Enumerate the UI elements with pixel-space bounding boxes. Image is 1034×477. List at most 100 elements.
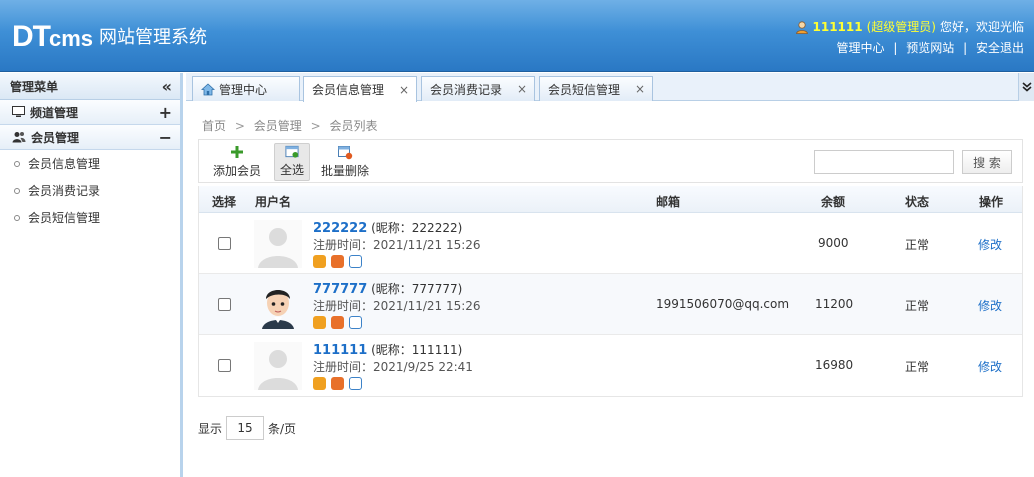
select-all-button[interactable]: 全选 [274,143,310,181]
tab-admin-center[interactable]: 管理中心 [192,76,300,101]
logo-dt-text: DT [12,20,51,53]
system-name: 网站管理系统 [99,27,208,48]
select-all-icon [285,145,299,158]
user-group-icon[interactable] [313,316,326,329]
breadcrumb-home[interactable]: 首页 [202,119,226,133]
user-balance: 16980 [815,358,854,372]
col-status: 状态 [905,195,930,209]
dtcms-logo: DT cms 网站管理系统 [12,22,207,52]
double-chevron-down-icon [1021,82,1032,92]
tab-bar: 管理中心 会员信息管理 × 会员消费记录 × 会员短信管理 × [186,73,1034,102]
search-button[interactable]: 搜 索 [962,150,1012,174]
edit-pen-icon[interactable] [331,255,344,268]
select-all-label: 全选 [279,163,304,177]
tab-member-consumption[interactable]: 会员消费记录 × [421,76,535,101]
tab-label: 管理中心 [219,82,268,97]
message-icon[interactable] [349,377,362,390]
table-header: 选择 用户名 邮箱 余额 状态 操作 [199,186,1022,213]
col-action: 操作 [979,195,1004,209]
sidebar-item-label: 会员消费记录 [28,184,101,198]
message-icon[interactable] [349,316,362,329]
tab-label: 会员信息管理 [312,83,385,97]
col-select: 选择 [212,195,237,209]
default-avatar-icon [254,220,302,268]
expand-icon[interactable]: + [159,103,172,122]
preview-site-link[interactable]: 预览网站 [906,41,954,55]
sidebar-group-label: 频道管理 [30,105,79,120]
user-id-link[interactable]: 222222 [313,221,367,236]
close-tab-icon[interactable]: × [635,82,645,96]
tab-label: 会员短信管理 [548,82,621,97]
breadcrumb-separator: > [310,119,321,133]
row-checkbox[interactable] [218,359,231,372]
pager-suffix: 条/页 [268,421,297,436]
delete-icon [338,146,353,160]
breadcrumb-member-manage[interactable]: 会员管理 [254,119,302,133]
row-checkbox[interactable] [218,237,231,250]
member-action-icons [313,377,362,390]
logo-cms-text: cms [49,26,94,51]
top-links: 管理中心 | 预览网站 | 安全退出 [837,39,1024,56]
sidebar-header: 管理菜单 « [0,73,180,100]
col-email: 邮箱 [656,195,681,209]
sidebar-item-member-sms[interactable]: 会员短信管理 [0,204,180,231]
sidebar-item-member-consumption[interactable]: 会员消费记录 [0,177,180,204]
close-tab-icon[interactable]: × [517,82,527,96]
cartoon-avatar-icon [254,281,302,329]
breadcrumb-separator: > [234,119,245,133]
edit-link[interactable]: 修改 [978,297,1002,314]
user-id-link[interactable]: 111111 [313,343,367,358]
sidebar-item-member-info[interactable]: 会员信息管理 [0,150,180,177]
sidebar-item-label: 会员信息管理 [28,157,101,171]
collapse-icon[interactable]: − [159,128,172,147]
user-group-icon[interactable] [313,255,326,268]
default-avatar-icon [254,342,302,390]
user-nickname: (昵称：111111) [371,343,463,357]
table-row: 777777 (昵称：777777) 注册时间：2021/11/21 15:26… [199,274,1022,335]
register-time: 注册时间：2021/11/21 15:26 [313,299,481,313]
user-balance: 11200 [815,297,854,311]
tab-member-sms[interactable]: 会员短信管理 × [539,76,653,101]
user-name: 222222 (昵称：222222) [313,219,462,236]
current-user-role: (超级管理员) [866,20,936,34]
close-tab-icon[interactable]: × [399,83,409,97]
user-nickname: (昵称：222222) [371,221,463,235]
user-info: 111111 (超级管理员) 您好，欢迎光临 [795,18,1024,35]
batch-delete-button[interactable]: 批量删除 [317,143,373,181]
admin-center-link[interactable]: 管理中心 [837,41,885,55]
message-icon[interactable] [349,255,362,268]
user-email: 1991506070@qq.com [656,297,790,311]
user-group-icon[interactable] [313,377,326,390]
user-id-link[interactable]: 777777 [313,282,367,297]
user-status: 正常 [905,299,930,313]
add-member-label: 添加会员 [213,164,262,178]
register-time: 注册时间：2021/11/21 15:26 [313,238,481,252]
tab-menu-chevron-icon[interactable] [1018,73,1034,101]
bullet-icon [14,214,20,221]
logout-link[interactable]: 安全退出 [976,41,1024,55]
edit-pen-icon[interactable] [331,316,344,329]
current-user-name: 111111 [812,19,863,34]
tab-member-info[interactable]: 会员信息管理 × [303,76,417,102]
page-size-control: 显示 15 条/页 [198,416,296,440]
link-separator: | [893,41,898,55]
breadcrumb-member-list: 会员列表 [329,119,378,133]
row-checkbox[interactable] [218,298,231,311]
page-size-input[interactable]: 15 [226,416,265,440]
edit-link[interactable]: 修改 [978,358,1002,375]
add-icon [231,146,243,158]
search-input[interactable] [814,150,954,174]
pager-prefix: 显示 [198,421,223,436]
collapse-sidebar-icon[interactable]: « [162,77,172,96]
edit-pen-icon[interactable] [331,377,344,390]
sidebar-group-channel[interactable]: 频道管理 + [0,100,180,125]
user-status: 正常 [905,238,930,252]
register-time: 注册时间：2021/9/25 22:41 [313,360,473,374]
table-row: 222222 (昵称：222222) 注册时间：2021/11/21 15:26… [199,213,1022,274]
member-action-icons [313,255,362,268]
edit-link[interactable]: 修改 [978,236,1002,253]
sidebar-group-member[interactable]: 会员管理 − [0,125,180,150]
greeting-text: 您好，欢迎光临 [939,20,1024,34]
sidebar-item-label: 会员短信管理 [28,211,101,225]
add-member-button[interactable]: 添加会员 [209,143,265,181]
